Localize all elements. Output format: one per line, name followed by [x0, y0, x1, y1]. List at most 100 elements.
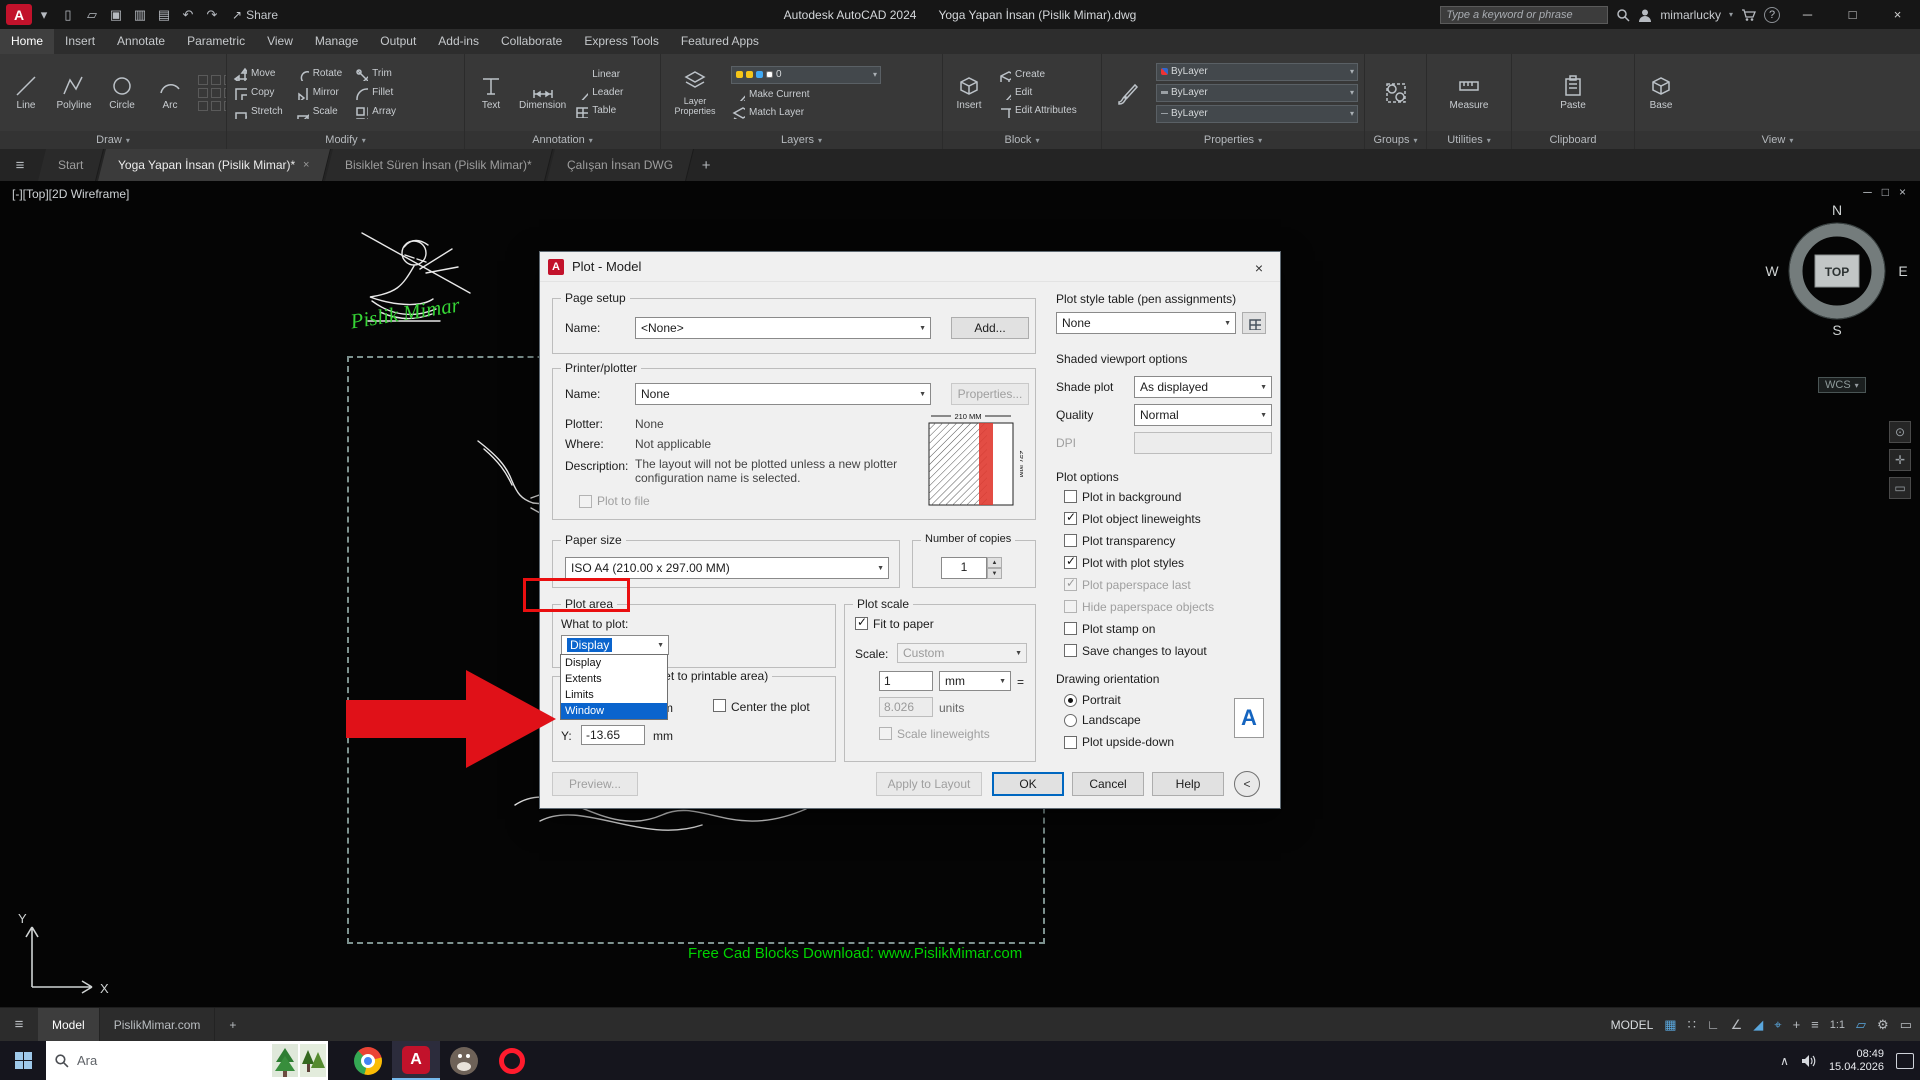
- file-tab-3[interactable]: Çalışan İnsan DWG: [547, 149, 694, 181]
- linetype-combo[interactable]: ByLayer: [1156, 105, 1358, 123]
- fit-to-paper-checkbox[interactable]: [855, 617, 868, 630]
- layer-select-combo[interactable]: 0: [731, 66, 881, 84]
- minimize-button[interactable]: ─: [1785, 0, 1830, 29]
- dpi-input[interactable]: [1134, 432, 1272, 454]
- chrome-taskbar-icon[interactable]: [344, 1041, 392, 1080]
- dropdown-option-window[interactable]: Window: [561, 703, 667, 719]
- ribbon-tab-featured-apps[interactable]: Featured Apps: [670, 29, 770, 54]
- app-store-cart-icon[interactable]: [1741, 8, 1756, 22]
- ribbon-tab-home[interactable]: Home: [0, 29, 54, 54]
- help-search-input[interactable]: [1440, 6, 1608, 24]
- preview-button[interactable]: Preview...: [552, 772, 638, 796]
- dropdown-option-limits[interactable]: Limits: [561, 687, 667, 703]
- plot-style-combo[interactable]: None: [1056, 312, 1236, 334]
- panel-label-draw[interactable]: Draw▾: [0, 131, 226, 149]
- ribbon-tab-parametric[interactable]: Parametric: [176, 29, 256, 54]
- help-button[interactable]: Help: [1152, 772, 1224, 796]
- landscape-radio[interactable]: [1064, 714, 1077, 727]
- search-highlight-thumbnails[interactable]: [272, 1044, 326, 1077]
- pan-icon[interactable]: ✛: [1889, 449, 1911, 471]
- trim-tool[interactable]: Trim: [354, 66, 396, 81]
- account-caret-icon[interactable]: ▾: [1729, 10, 1733, 19]
- account-name[interactable]: mimarlucky: [1660, 8, 1721, 22]
- file-tabs-menu-icon[interactable]: ≡: [0, 157, 40, 174]
- printer-properties-button[interactable]: Properties...: [951, 383, 1029, 405]
- line-tool[interactable]: Line: [6, 74, 46, 111]
- hide-paperspace-objects-checkbox[interactable]: [1064, 600, 1077, 613]
- center-plot-checkbox[interactable]: [713, 699, 726, 712]
- undo-icon[interactable]: ↶: [176, 0, 200, 29]
- panel-label-modify[interactable]: Modify▾: [227, 131, 464, 149]
- scale-units-input[interactable]: 8.026: [879, 697, 933, 717]
- isodraft-icon[interactable]: ◢: [1753, 1017, 1763, 1033]
- close-button[interactable]: ×: [1875, 0, 1920, 29]
- account-icon[interactable]: [1638, 8, 1652, 22]
- action-center-icon[interactable]: [1896, 1053, 1914, 1069]
- paper-size-combo[interactable]: ISO A4 (210.00 x 297.00 MM): [565, 557, 889, 579]
- ok-button[interactable]: OK: [992, 772, 1064, 796]
- printer-name-combo[interactable]: None: [635, 383, 931, 405]
- polyline-tool[interactable]: Polyline: [54, 74, 94, 111]
- copies-up-icon[interactable]: ▲: [987, 557, 1002, 568]
- ribbon-tab-output[interactable]: Output: [369, 29, 427, 54]
- taskbar-search[interactable]: Ara: [46, 1041, 328, 1080]
- close-tab-icon[interactable]: ×: [304, 159, 310, 171]
- match-layer-tool[interactable]: Match Layer: [731, 105, 881, 120]
- lineweight-display-icon[interactable]: ≡: [1811, 1017, 1819, 1032]
- group-tool[interactable]: [1376, 81, 1416, 105]
- base-view-tool[interactable]: Base: [1641, 74, 1681, 111]
- taskbar-clock[interactable]: 08:49 15.04.2026: [1829, 1048, 1884, 1074]
- copies-down-icon[interactable]: ▼: [987, 568, 1002, 579]
- quality-combo[interactable]: Normal: [1134, 404, 1272, 426]
- ribbon-tab-addins[interactable]: Add-ins: [427, 29, 490, 54]
- open-file-icon[interactable]: ▱: [80, 0, 104, 29]
- ribbon-tab-view[interactable]: View: [256, 29, 304, 54]
- view-compass[interactable]: TOP N W E S: [1762, 199, 1912, 359]
- viewport-minimize-icon[interactable]: ─: [1863, 185, 1872, 199]
- plot-object-lineweights-checkbox[interactable]: [1064, 512, 1077, 525]
- panel-label-layers[interactable]: Layers▾: [661, 131, 942, 149]
- mirror-tool[interactable]: Mirror: [295, 85, 342, 100]
- ortho-icon[interactable]: ∟: [1707, 1017, 1720, 1032]
- plot-stamp-on-checkbox[interactable]: [1064, 622, 1077, 635]
- scale-tool[interactable]: Scale: [295, 104, 342, 119]
- move-tool[interactable]: Move: [233, 66, 283, 81]
- layout-menu-icon[interactable]: ≡: [0, 1016, 38, 1033]
- panel-label-block[interactable]: Block▾: [943, 131, 1101, 149]
- measure-tool[interactable]: Measure: [1449, 74, 1489, 111]
- annotation-scale[interactable]: 1:1: [1830, 1019, 1845, 1031]
- plot-paperspace-last-checkbox[interactable]: [1064, 578, 1077, 591]
- scale-combo[interactable]: Custom: [897, 643, 1027, 663]
- edit-attributes-tool[interactable]: Edit Attributes: [997, 103, 1077, 118]
- viewport-controls[interactable]: [-][Top][2D Wireframe]: [12, 187, 129, 201]
- ribbon-tab-manage[interactable]: Manage: [304, 29, 369, 54]
- stretch-tool[interactable]: Stretch: [233, 104, 283, 119]
- plot-dialog-titlebar[interactable]: A Plot - Model ×: [540, 252, 1280, 282]
- text-tool[interactable]: Text: [471, 74, 511, 111]
- object-snap-icon[interactable]: ⌖: [1774, 1017, 1781, 1033]
- ribbon-tab-express-tools[interactable]: Express Tools: [573, 29, 669, 54]
- save-icon[interactable]: ▣: [104, 0, 128, 29]
- arc-tool[interactable]: Arc: [150, 74, 190, 111]
- plot-with-plot-styles-checkbox[interactable]: [1064, 556, 1077, 569]
- page-setup-name-combo[interactable]: <None>: [635, 317, 931, 339]
- ribbon-tab-collaborate[interactable]: Collaborate: [490, 29, 573, 54]
- grid-icon[interactable]: ▦: [1664, 1017, 1676, 1033]
- scale-custom-input[interactable]: 1: [879, 671, 933, 691]
- viewport-close-icon[interactable]: ×: [1899, 185, 1906, 199]
- redo-icon[interactable]: ↷: [200, 0, 224, 29]
- start-button[interactable]: [0, 1041, 46, 1080]
- insert-block-tool[interactable]: Insert: [949, 74, 989, 111]
- new-file-icon[interactable]: ▯: [56, 0, 80, 29]
- paste-tool[interactable]: Paste: [1553, 74, 1593, 111]
- clean-screen-icon[interactable]: ▭: [1900, 1017, 1912, 1033]
- plot-dialog-close-icon[interactable]: ×: [1246, 258, 1272, 278]
- ribbon-tab-annotate[interactable]: Annotate: [106, 29, 176, 54]
- plot-transparency-checkbox[interactable]: [1064, 534, 1077, 547]
- zoom-extents-icon[interactable]: ▭: [1889, 477, 1911, 499]
- fillet-tool[interactable]: Fillet: [354, 85, 396, 100]
- edit-plot-style-button[interactable]: [1242, 312, 1266, 334]
- match-properties-tool[interactable]: [1108, 81, 1148, 105]
- workspace-switching-icon[interactable]: ⚙: [1877, 1017, 1889, 1033]
- rotate-tool[interactable]: Rotate: [295, 66, 342, 81]
